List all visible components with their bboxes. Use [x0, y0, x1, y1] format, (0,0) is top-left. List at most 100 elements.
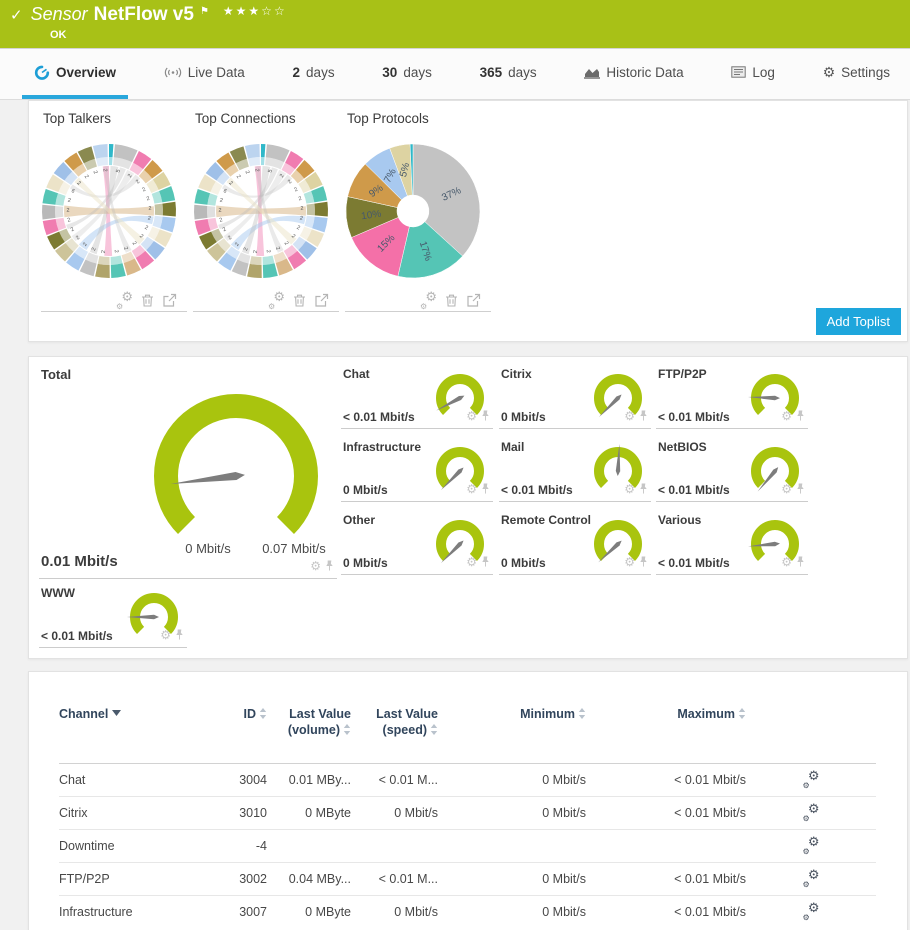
- external-link-icon[interactable]: [466, 293, 481, 308]
- gears-icon[interactable]: ⚙ ⚙: [420, 290, 437, 311]
- gears-icon[interactable]: ⚙ ⚙: [803, 868, 820, 889]
- cell-maximum: [586, 828, 746, 862]
- gauge-tile-chat: Chat < 0.01 Mbit/s ⚙: [341, 367, 493, 429]
- gauge-tile-remote-control: Remote Control 0 Mbit/s ⚙: [499, 513, 651, 575]
- pin-icon[interactable]: [174, 628, 185, 641]
- sort-icon[interactable]: [430, 724, 438, 736]
- gauge-tile-infrastructure: Infrastructure 0 Mbit/s ⚙: [341, 440, 493, 502]
- gear-icon[interactable]: ⚙: [160, 628, 171, 642]
- status-badge: OK: [50, 29, 67, 41]
- cell-minimum: 0 Mbit/s: [438, 894, 586, 928]
- column-header-actions[interactable]: [746, 706, 876, 764]
- pin-icon[interactable]: [795, 409, 806, 422]
- gears-icon[interactable]: ⚙ ⚙: [803, 802, 820, 823]
- gears-icon[interactable]: ⚙ ⚙: [116, 290, 133, 311]
- pin-icon[interactable]: [638, 555, 649, 568]
- gears-icon[interactable]: ⚙ ⚙: [803, 901, 820, 922]
- tab-historic-data[interactable]: Historic Data: [572, 49, 695, 99]
- tab-log[interactable]: Log: [719, 49, 787, 99]
- gear-icon[interactable]: ⚙: [310, 559, 321, 573]
- svg-text:6: 6: [222, 188, 227, 195]
- tab-label: Overview: [56, 64, 117, 80]
- gauge-tile-other: Other 0 Mbit/s ⚙: [341, 513, 493, 575]
- svg-text:2: 2: [83, 174, 90, 180]
- trash-icon[interactable]: [140, 293, 155, 308]
- add-toplist-button[interactable]: Add Toplist: [815, 308, 901, 335]
- gears-icon[interactable]: ⚙ ⚙: [268, 290, 285, 311]
- trash-icon[interactable]: [444, 293, 459, 308]
- gear-icon[interactable]: ⚙: [624, 482, 635, 496]
- pin-icon[interactable]: [324, 559, 335, 572]
- gauge-tile-various: Various < 0.01 Mbit/s ⚙: [656, 513, 808, 575]
- gauge-value: 0 Mbit/s: [501, 556, 546, 570]
- gauge-name: Citrix: [501, 367, 532, 381]
- cell-actions: ⚙ ⚙: [746, 795, 876, 829]
- tab-label: days: [306, 64, 335, 80]
- gear-icon[interactable]: ⚙: [466, 555, 477, 569]
- gauge-tile-mail: Mail < 0.01 Mbit/s ⚙: [499, 440, 651, 502]
- sort-icon[interactable]: [259, 708, 267, 719]
- rating-stars[interactable]: ★★★☆☆: [223, 4, 287, 18]
- tab-live-data[interactable]: Live Data: [152, 49, 257, 99]
- sensor-header: ✓ Sensor NetFlow v5 ⚑ ★★★☆☆ OK: [0, 0, 910, 48]
- donut-chart[interactable]: 37%17%15%10%9%7% 5%: [343, 135, 483, 287]
- trash-icon[interactable]: [292, 293, 307, 308]
- external-link-icon[interactable]: [314, 293, 329, 308]
- tab-2-days[interactable]: 2 days: [281, 49, 347, 99]
- gauge-value: 0 Mbit/s: [501, 410, 546, 424]
- sort-icon[interactable]: [738, 708, 746, 719]
- svg-text:2: 2: [144, 225, 149, 232]
- gauge-value: 0 Mbit/s: [343, 483, 388, 497]
- chord-chart[interactable]: 522222222222222222226222 2: [39, 135, 179, 287]
- pin-icon[interactable]: [480, 409, 491, 422]
- gear-icon[interactable]: ⚙: [624, 409, 635, 423]
- external-link-icon[interactable]: [162, 293, 177, 308]
- chord-chart[interactable]: 522222222222222222226222 2: [191, 135, 331, 287]
- svg-text:6: 6: [70, 188, 75, 195]
- pin-icon[interactable]: [795, 482, 806, 495]
- column-header-maximum[interactable]: Maximum: [586, 706, 746, 764]
- live-data-icon: [164, 67, 181, 77]
- gear-icon[interactable]: ⚙: [466, 482, 477, 496]
- cell-minimum: 0 Mbit/s: [438, 861, 586, 895]
- pin-icon[interactable]: [795, 555, 806, 568]
- column-header-channel[interactable]: Channel: [59, 706, 209, 764]
- pin-icon[interactable]: [480, 482, 491, 495]
- cell-channel: FTP/P2P: [59, 861, 209, 895]
- pin-icon[interactable]: [480, 555, 491, 568]
- gears-icon[interactable]: ⚙ ⚙: [803, 769, 820, 790]
- gears-icon[interactable]: ⚙ ⚙: [803, 835, 820, 856]
- svg-text:2: 2: [146, 196, 151, 203]
- pin-icon[interactable]: [638, 482, 649, 495]
- column-header-minimum[interactable]: Minimum: [438, 706, 586, 764]
- gauge-scale-max: 0.07 Mbit/s: [262, 541, 326, 556]
- pin-icon[interactable]: [638, 409, 649, 422]
- column-header-last-value-speed-[interactable]: Last Value (speed): [351, 706, 438, 764]
- gear-icon[interactable]: ⚙: [781, 409, 792, 423]
- svg-text:2: 2: [67, 217, 72, 224]
- toplist-actions: ⚙ ⚙: [41, 290, 187, 312]
- gear-icon[interactable]: ⚙: [781, 555, 792, 569]
- gear-icon[interactable]: ⚙: [624, 555, 635, 569]
- tab-settings[interactable]: ⚙ Settings: [811, 49, 902, 99]
- gauge-name: FTP/P2P: [658, 367, 707, 381]
- tab-overview[interactable]: Overview: [22, 49, 129, 99]
- gear-icon[interactable]: ⚙: [781, 482, 792, 496]
- tab-30-days[interactable]: 30 days: [370, 49, 444, 99]
- gear-icon[interactable]: ⚙: [466, 409, 477, 423]
- column-header-id[interactable]: ID: [209, 706, 267, 764]
- tab-365-days[interactable]: 365 days: [468, 49, 549, 99]
- gauge-name: NetBIOS: [658, 440, 707, 454]
- log-icon: [731, 66, 747, 78]
- flag-icon[interactable]: ⚑: [200, 6, 209, 17]
- svg-text:2: 2: [219, 198, 223, 205]
- tab-label: Historic Data: [606, 64, 684, 80]
- prtg-sensor-page: ✓ Sensor NetFlow v5 ⚑ ★★★☆☆ OK Overview L…: [0, 0, 910, 930]
- sort-icon[interactable]: [343, 724, 351, 736]
- column-header-last-value-volume-[interactable]: Last Value (volume): [267, 706, 351, 764]
- cell-last-speed: 0 Mbit/s: [351, 894, 438, 928]
- svg-text:2: 2: [113, 249, 119, 253]
- cell-last-speed: < 0.01 M...: [351, 762, 438, 796]
- sort-icon[interactable]: [578, 708, 586, 719]
- channels-table: Channel ID Last Value (volume) Last Value (sp…: [59, 706, 876, 928]
